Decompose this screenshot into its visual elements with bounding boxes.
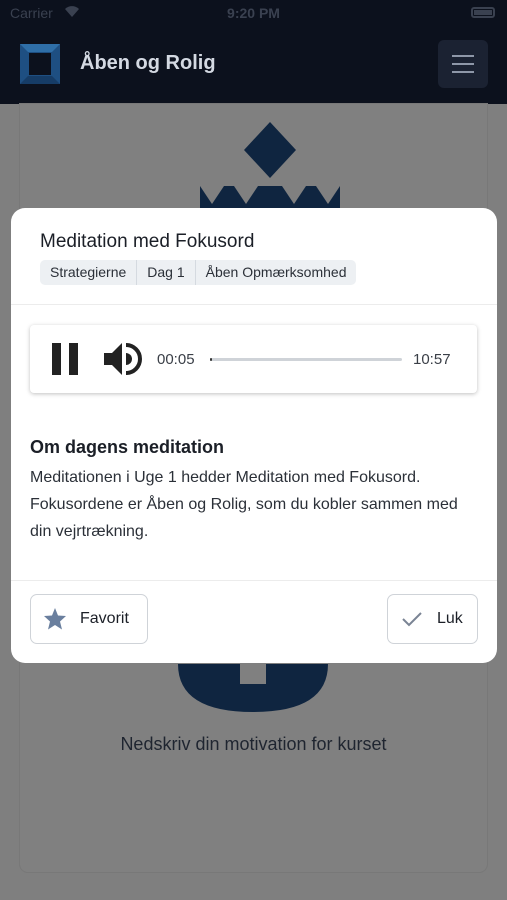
tag-day: Dag 1	[136, 260, 194, 285]
motivation-text[interactable]: Nedskriv din motivation for kurset	[20, 734, 487, 755]
clock: 9:20 PM	[227, 5, 280, 21]
about-heading: Om dagens meditation	[30, 437, 225, 457]
pause-icon	[52, 343, 61, 375]
motivation-illustration	[178, 664, 328, 712]
progress-track[interactable]	[210, 358, 402, 361]
about-description: Meditationen i Uge 1 hedder Meditation m…	[30, 469, 458, 540]
course-illustration	[200, 122, 340, 222]
meditation-modal: Meditation med Fokusord Strategierne Dag…	[11, 208, 497, 663]
pause-button[interactable]	[52, 343, 80, 375]
checkmark-icon	[402, 612, 422, 627]
volume-icon[interactable]	[102, 341, 144, 377]
favorite-label: Favorit	[80, 610, 129, 627]
tag-group: Strategierne Dag 1 Åben Opmærksomhed	[40, 260, 357, 285]
menu-button[interactable]	[438, 40, 488, 88]
current-time: 00:05	[157, 351, 195, 368]
close-button[interactable]: Luk	[387, 594, 478, 644]
hamburger-icon-line	[452, 71, 474, 73]
close-label: Luk	[437, 610, 463, 627]
hamburger-icon-line	[452, 63, 474, 65]
favorite-button[interactable]: Favorit	[30, 594, 148, 644]
modal-header: Meditation med Fokusord Strategierne Dag…	[11, 208, 497, 305]
pause-icon-bar	[69, 343, 78, 375]
app-header: Åben og Rolig	[0, 28, 507, 104]
tag-strategy: Strategierne	[50, 264, 127, 280]
star-icon	[44, 608, 66, 630]
app-logo-icon	[20, 44, 60, 84]
battery-icon	[471, 7, 495, 18]
hamburger-icon	[452, 55, 474, 57]
app-title: Åben og Rolig	[80, 52, 216, 74]
modal-footer: Favorit Luk	[11, 580, 497, 663]
modal-title: Meditation med Fokusord	[40, 231, 255, 252]
progress-fill	[210, 358, 212, 361]
total-time: 10:57	[413, 351, 451, 368]
audio-player: 00:05 10:57	[30, 325, 477, 393]
tag-topic: Åben Opmærksomhed	[194, 260, 357, 285]
status-bar: Carrier 9:20 PM	[0, 0, 507, 28]
